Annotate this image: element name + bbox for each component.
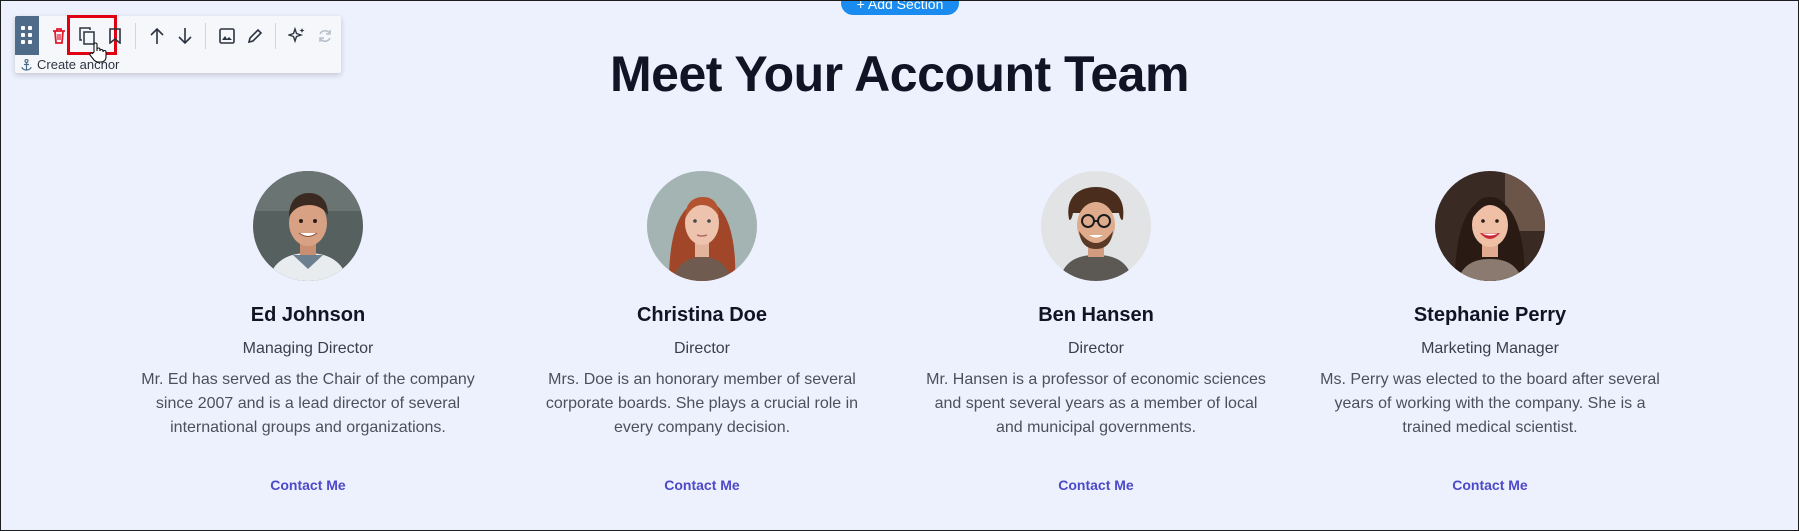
page-canvas: + Add Section Meet Your Account Team Cre… <box>0 0 1799 531</box>
team-member-card[interactable]: Ed Johnson Managing Director Mr. Ed has … <box>128 171 488 493</box>
contact-me-link[interactable]: Contact Me <box>916 477 1276 493</box>
avatar <box>253 171 363 281</box>
avatar <box>647 171 757 281</box>
avatar-portrait <box>647 171 757 281</box>
member-bio: Mrs. Doe is an honorary member of severa… <box>545 371 859 436</box>
contact-me-link[interactable]: Contact Me <box>522 477 882 493</box>
member-role: Managing Director <box>242 340 374 357</box>
member-bio: Mr. Hansen is a professor of economic sc… <box>926 371 1266 436</box>
member-bio: Mr. Ed has served as the Chair of the co… <box>141 371 475 436</box>
contact-me-link[interactable]: Contact Me <box>128 477 488 493</box>
contact-me-link[interactable]: Contact Me <box>1310 477 1670 493</box>
team-grid: Ed Johnson Managing Director Mr. Ed has … <box>1 1 1798 530</box>
member-bio: Ms. Perry was elected to the board after… <box>1320 371 1660 436</box>
member-name: Ed Johnson <box>250 304 366 326</box>
team-member-card[interactable]: Christina Doe Director Mrs. Doe is an ho… <box>522 171 882 493</box>
member-name: Stephanie Perry <box>1413 304 1567 326</box>
avatar <box>1041 171 1151 281</box>
avatar-portrait <box>1041 171 1151 281</box>
avatar-portrait <box>253 171 363 281</box>
team-member-card[interactable]: Stephanie Perry Marketing Manager Ms. Pe… <box>1310 171 1670 493</box>
team-member-card[interactable]: Ben Hansen Director Mr. Hansen is a prof… <box>916 171 1276 493</box>
member-role: Director <box>1067 340 1124 357</box>
avatar-portrait <box>1435 171 1545 281</box>
member-role: Marketing Manager <box>1421 340 1559 357</box>
avatar <box>1435 171 1545 281</box>
member-name: Ben Hansen <box>1038 304 1154 326</box>
member-name: Christina Doe <box>636 304 768 326</box>
member-role: Director <box>673 340 730 357</box>
